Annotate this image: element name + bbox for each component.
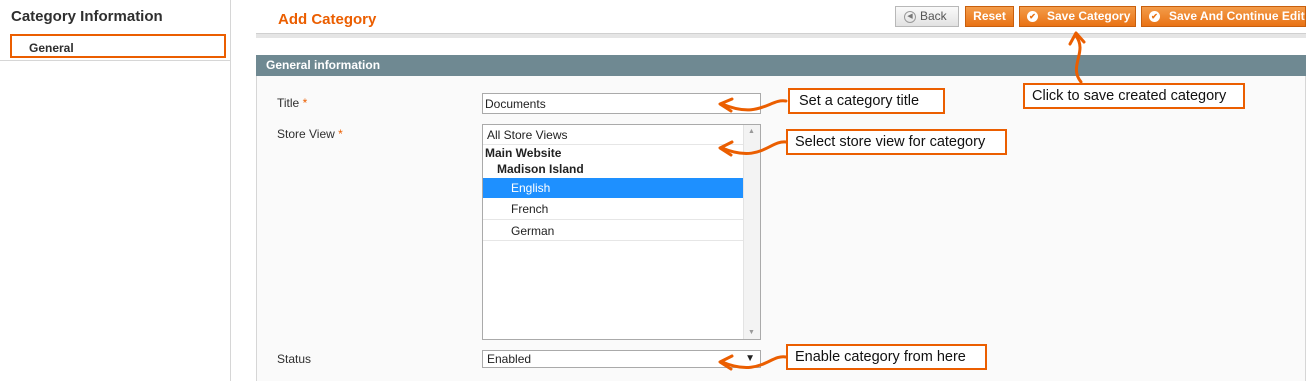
back-button-label: Back — [920, 9, 947, 23]
reset-button-label: Reset — [973, 9, 1006, 23]
page-title: Add Category — [278, 11, 377, 28]
store-view-label: Store View * — [277, 127, 343, 141]
required-mark: * — [338, 127, 343, 141]
title-label-text: Title — [277, 96, 300, 110]
store-view-multiselect[interactable]: All Store Views Main Website Madison Isl… — [482, 124, 761, 340]
scroll-down-icon[interactable]: ▼ — [748, 329, 755, 336]
save-and-continue-label: Save And Continue Edit — [1169, 9, 1305, 23]
store-group-website: Main Website — [485, 146, 562, 160]
store-group-store: Madison Island — [497, 162, 584, 176]
sidebar: Category Information General — [0, 0, 231, 381]
sidebar-divider — [0, 60, 230, 61]
store-option-english[interactable]: English — [483, 178, 744, 198]
check-circle-icon: ✔ — [1027, 11, 1038, 22]
callout-store-view: Select store view for category — [786, 129, 1007, 155]
store-option-french[interactable]: French — [483, 199, 744, 220]
callout-status: Enable category from here — [786, 344, 987, 370]
status-label: Status — [277, 352, 312, 366]
status-select-value: Enabled — [487, 352, 532, 366]
sidebar-title: Category Information — [11, 8, 163, 25]
title-input[interactable] — [482, 93, 761, 114]
title-label: Title * — [277, 96, 307, 110]
back-button[interactable]: ◀ Back — [895, 6, 959, 27]
tab-general-label: General — [29, 41, 74, 55]
save-category-label: Save Category — [1047, 9, 1131, 23]
store-option-german[interactable]: German — [483, 221, 744, 241]
scroll-up-icon[interactable]: ▲ — [748, 128, 755, 135]
callout-title: Set a category title — [788, 88, 945, 114]
save-and-continue-button[interactable]: ✔ Save And Continue Edit — [1141, 6, 1306, 27]
scrollbar[interactable]: ▲ ▼ — [743, 125, 760, 339]
reset-button[interactable]: Reset — [965, 6, 1014, 27]
callout-save: Click to save created category — [1023, 83, 1245, 109]
store-view-label-text: Store View — [277, 127, 335, 141]
store-option-all[interactable]: All Store Views — [483, 127, 744, 145]
back-arrow-icon: ◀ — [904, 11, 916, 23]
required-mark: * — [302, 96, 308, 110]
save-category-button[interactable]: ✔ Save Category — [1019, 6, 1136, 27]
header-divider — [256, 33, 1306, 38]
status-select[interactable]: Enabled ▼ — [482, 350, 761, 368]
check-circle-icon: ✔ — [1149, 11, 1160, 22]
tab-general[interactable]: General — [10, 34, 226, 58]
fieldset-body — [256, 76, 1306, 381]
fieldset-header: General information — [256, 55, 1306, 76]
chevron-down-icon: ▼ — [745, 353, 755, 364]
